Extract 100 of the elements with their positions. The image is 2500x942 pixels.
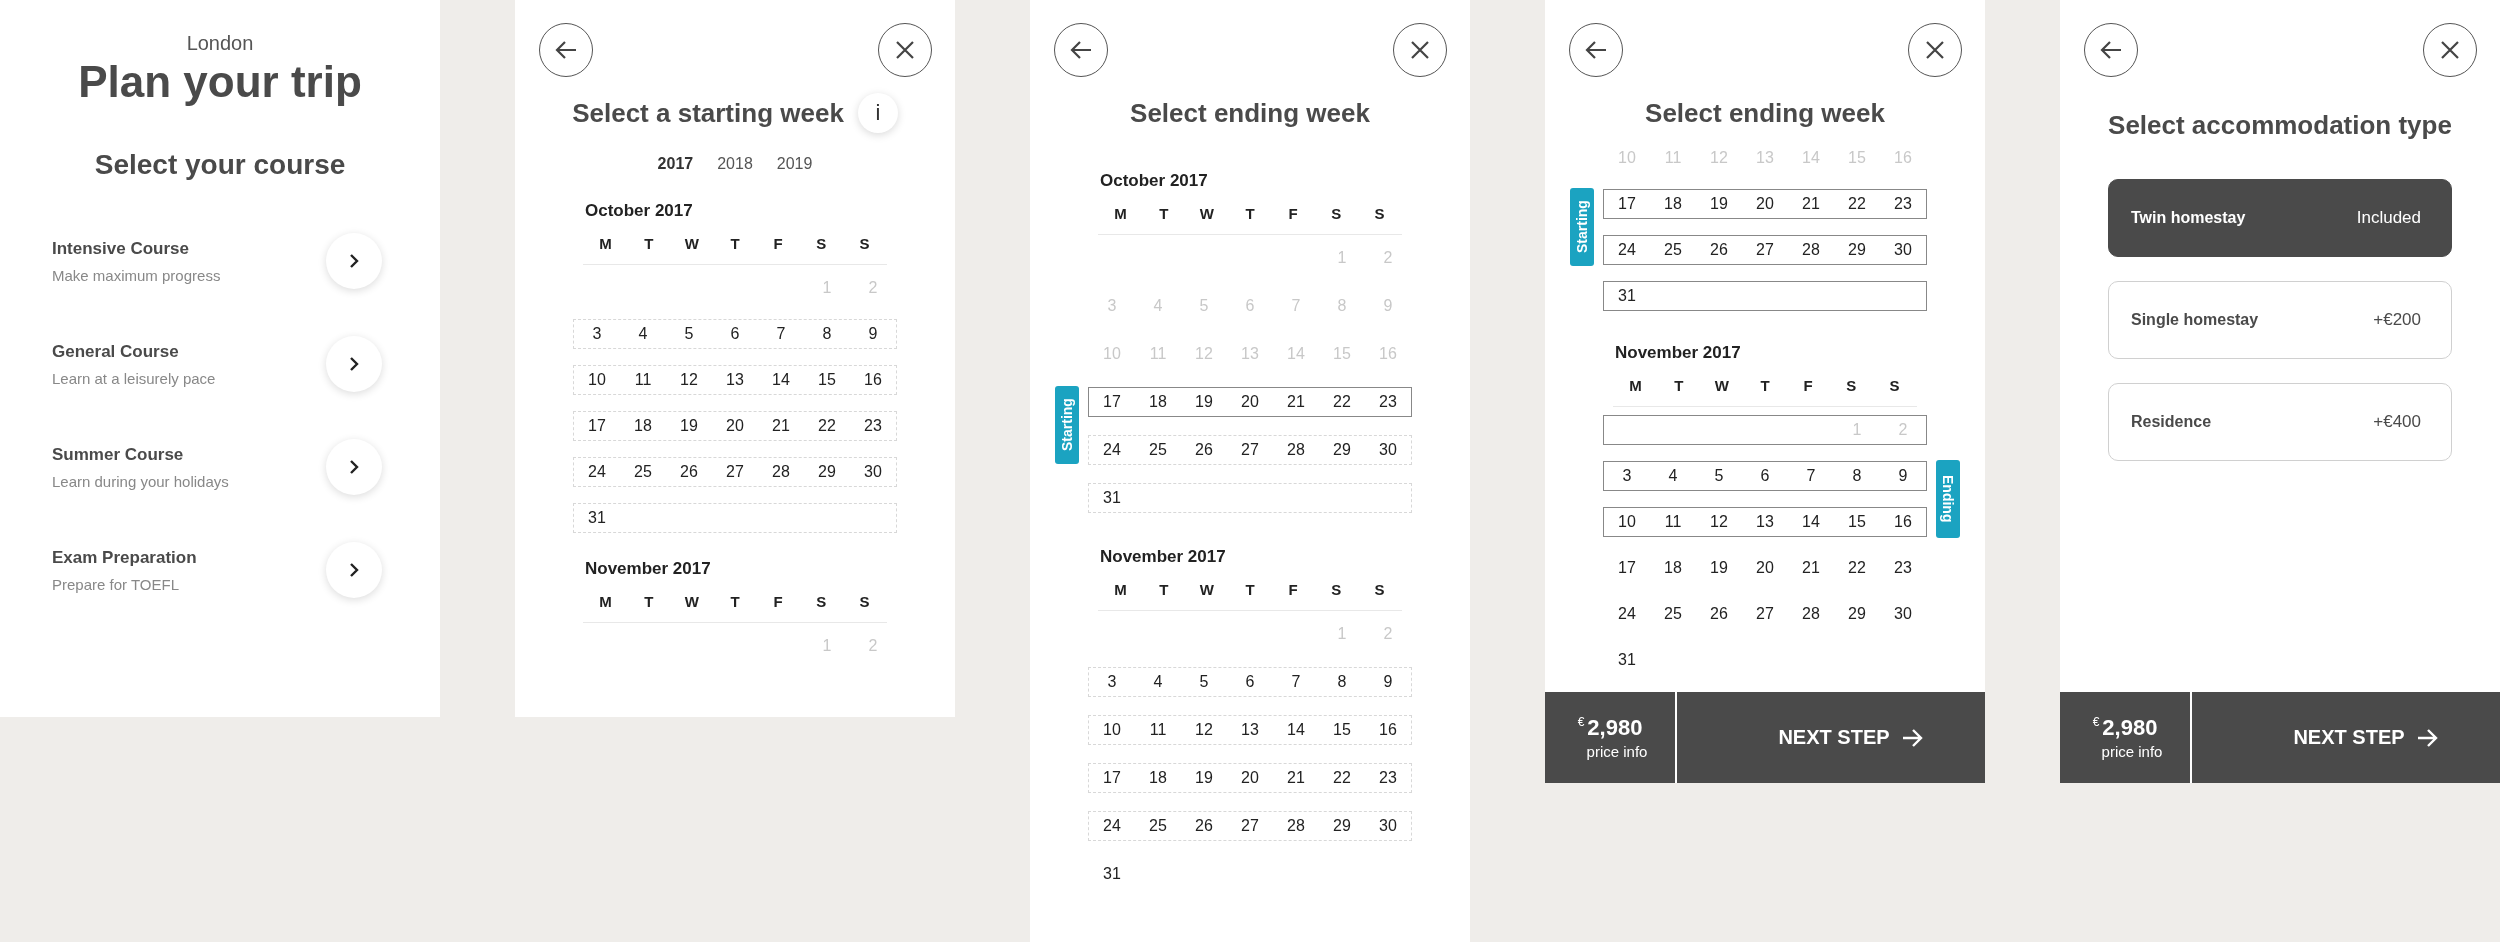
calendar-day: 16 [1880,513,1926,531]
option-price: +€400 [2373,412,2421,432]
arrow-left-icon [2099,40,2123,60]
accommodation-option[interactable]: Single homestay +€200 [2108,281,2452,359]
weekday-label: F [1802,377,1814,394]
weekday-label: M [598,235,613,252]
close-button[interactable] [2423,23,2477,77]
total-price: 2,980 [1587,715,1643,741]
weekday-label: T [1244,205,1256,222]
arrow-left-icon [1584,40,1608,60]
year-tab[interactable]: 2018 [717,155,753,173]
calendar-day: 22 [1319,393,1365,411]
back-button[interactable] [1054,23,1108,77]
currency-symbol: € [2092,715,2100,729]
accommodation-option[interactable]: Twin homestay Included [2108,179,2452,257]
calendar-day: 30 [850,463,896,481]
calendar-day: 3 [574,325,620,343]
calendar-day: 15 [804,371,850,389]
week-row[interactable]: 31 [1088,483,1412,513]
calendar-day: 28 [1273,441,1319,459]
close-button[interactable] [1908,23,1962,77]
calendar-day: 25 [1135,817,1181,835]
course-description: Learn at a leisurely pace [52,369,216,387]
week-row[interactable]: 31 [1603,645,1927,675]
calendar-day: 26 [1181,441,1227,459]
calendar-day: 17 [1089,393,1135,411]
year-tab[interactable]: 2019 [776,155,813,173]
course-description: Learn during your holidays [52,472,229,490]
calendar-day: 5 [666,325,712,343]
calendar-day: 17 [1604,559,1650,577]
calendar-day: 18 [1650,559,1696,577]
course-name: Summer Course [52,444,185,465]
close-button[interactable] [1393,23,1447,77]
week-row[interactable]: 17 18 19 20 21 22 23 [1603,553,1927,583]
calendar-day: 15 [1834,513,1880,531]
calendar-day: 13 [1227,721,1273,739]
calendar-day: 19 [1696,559,1742,577]
arrow-left-icon [554,40,578,60]
weekday-label: S [858,235,871,252]
week-row[interactable]: 3 4 5 6 7 8 9 [573,319,897,349]
week-row[interactable]: 24 25 26 27 28 29 30 [573,457,897,487]
weekday-label: T [643,235,655,252]
weekday-label: T [1244,581,1256,598]
weekday-label: F [772,593,784,610]
calendar-day: 26 [1181,817,1227,835]
back-button[interactable] [1569,23,1623,77]
week-row[interactable]: 31 [1088,859,1412,889]
week-row[interactable]: 24 25 26 27 28 29 30 [1088,811,1412,841]
accommodation-option[interactable]: Residence +€400 [2108,383,2452,461]
weekday-label: S [1330,205,1343,222]
option-name: Single homestay [2131,311,2259,329]
back-button[interactable] [2084,23,2138,77]
weekday-label: M [598,593,613,610]
week-row[interactable]: 24 25 26 27 28 29 30 [1088,435,1412,465]
calendar-day: 29 [1319,817,1365,835]
calendar-day: 18 [1135,769,1181,787]
calendar-day: 10 [1604,513,1650,531]
weekday-label: S [1330,581,1343,598]
week-row[interactable]: 31 [573,503,897,533]
back-button[interactable] [539,23,593,77]
section-title: Select your course [93,149,347,181]
week-row[interactable]: 10 11 12 13 14 15 16 [1088,715,1412,745]
week-row[interactable]: 24 25 26 27 28 29 30 [1603,235,1927,265]
screen-title: Select accommodation type [2108,109,2452,141]
calendar-day: 19 [1696,195,1742,213]
weekday-label: S [815,593,828,610]
weekday-label: T [1158,205,1170,222]
week-row[interactable]: 17 18 19 20 21 22 23 [573,411,897,441]
calendar-day: 21 [1273,769,1319,787]
week-row[interactable]: 3 4 5 6 7 8 9 [1088,667,1412,697]
year-tab[interactable]: 2017 [657,155,694,173]
calendar-day: 22 [804,417,850,435]
calendar-day: 30 [1880,605,1926,623]
weekday-label: S [1373,581,1386,598]
calendar-day: 4 [1135,673,1181,691]
calendar-day: 31 [1604,287,1650,305]
calendar-day: 6 [712,325,758,343]
close-button[interactable] [878,23,932,77]
weekday-label: W [683,235,700,252]
month-name: November 2017 [584,559,712,579]
week-row[interactable]: 10 11 12 13 14 15 16 [573,365,897,395]
week-row[interactable]: 17 18 19 20 21 22 23 [1088,763,1412,793]
weekday-label: S [815,235,828,252]
weekday-label: S [1845,377,1858,394]
currency-symbol: € [1577,715,1585,729]
course-name: Intensive Course [52,238,190,259]
calendar-day: 17 [1604,195,1650,213]
week-row[interactable]: 3 4 5 6 7 8 9 [1603,461,1927,491]
calendar-day: 24 [574,463,620,481]
info-button[interactable]: i [857,93,898,133]
calendar-day: 24 [1604,241,1650,259]
calendar-day: 11 [620,371,666,389]
week-row[interactable]: 31 [1603,281,1927,311]
week-row[interactable]: 24 25 26 27 28 29 30 [1603,599,1927,629]
month-name: October 2017 [584,201,694,221]
calendar-day: 10 [574,371,620,389]
calendar-day: 27 [1742,605,1788,623]
calendar-day: 11 [1135,721,1181,739]
weekday-label: M [1113,205,1128,222]
weekday-label: T [729,593,741,610]
